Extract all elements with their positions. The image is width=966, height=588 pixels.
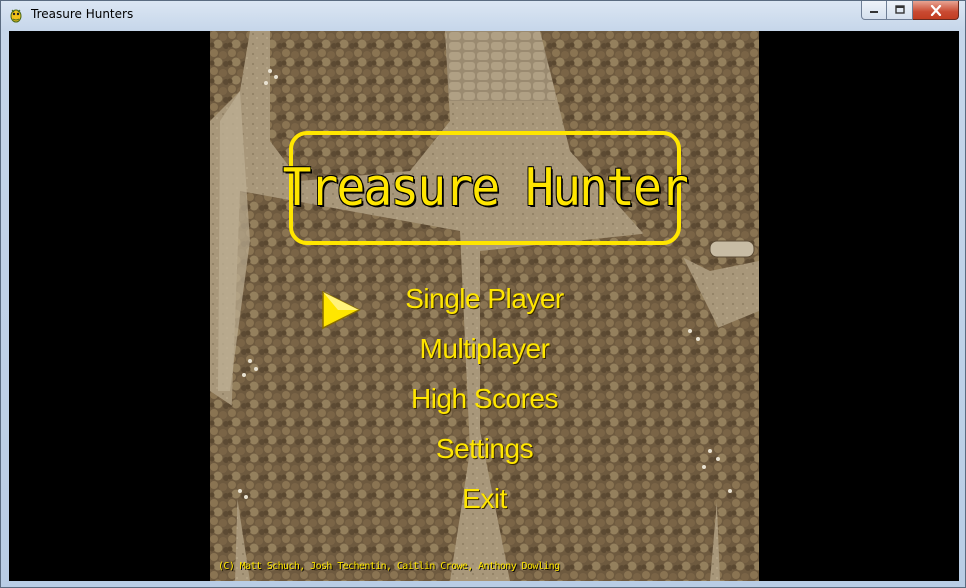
maximize-icon: [894, 5, 905, 14]
credits-text: (C) Matt Schuch, Josh Techentin, Caitlin…: [218, 561, 560, 572]
minimize-button[interactable]: [861, 1, 887, 20]
caption-buttons: [861, 1, 959, 21]
window-title: Treasure Hunters: [31, 7, 134, 21]
menu-item-label: Multiplayer: [419, 333, 550, 364]
pygame-snake-icon: [10, 9, 22, 23]
menu-item-settings[interactable]: Settings: [210, 429, 759, 469]
title-bar[interactable]: Treasure Hunters: [1, 1, 965, 29]
close-icon: [930, 4, 941, 16]
game-title: Treasure Hunter: [282, 158, 689, 218]
menu-item-exit[interactable]: Exit: [210, 479, 759, 519]
menu-item-label: High Scores: [410, 383, 559, 414]
close-button[interactable]: [913, 1, 959, 20]
maximize-button[interactable]: [887, 1, 913, 20]
game-client-area[interactable]: Treasure Hunter Single Player Multiplaye…: [9, 31, 959, 581]
minimize-icon: [870, 11, 878, 13]
app-window: Treasure Hunters Treasure Hunter Single …: [0, 0, 966, 588]
title-banner: Treasure Hunter: [283, 131, 689, 245]
menu-item-high-scores[interactable]: High Scores: [210, 379, 759, 419]
menu-item-single-player[interactable]: Single Player: [210, 279, 759, 319]
menu-item-multiplayer[interactable]: Multiplayer: [210, 329, 759, 369]
menu-item-label: Exit: [462, 483, 507, 514]
game-view[interactable]: Treasure Hunter Single Player Multiplaye…: [210, 31, 759, 581]
menu-item-label: Settings: [435, 433, 534, 464]
menu-item-label: Single Player: [405, 283, 564, 314]
